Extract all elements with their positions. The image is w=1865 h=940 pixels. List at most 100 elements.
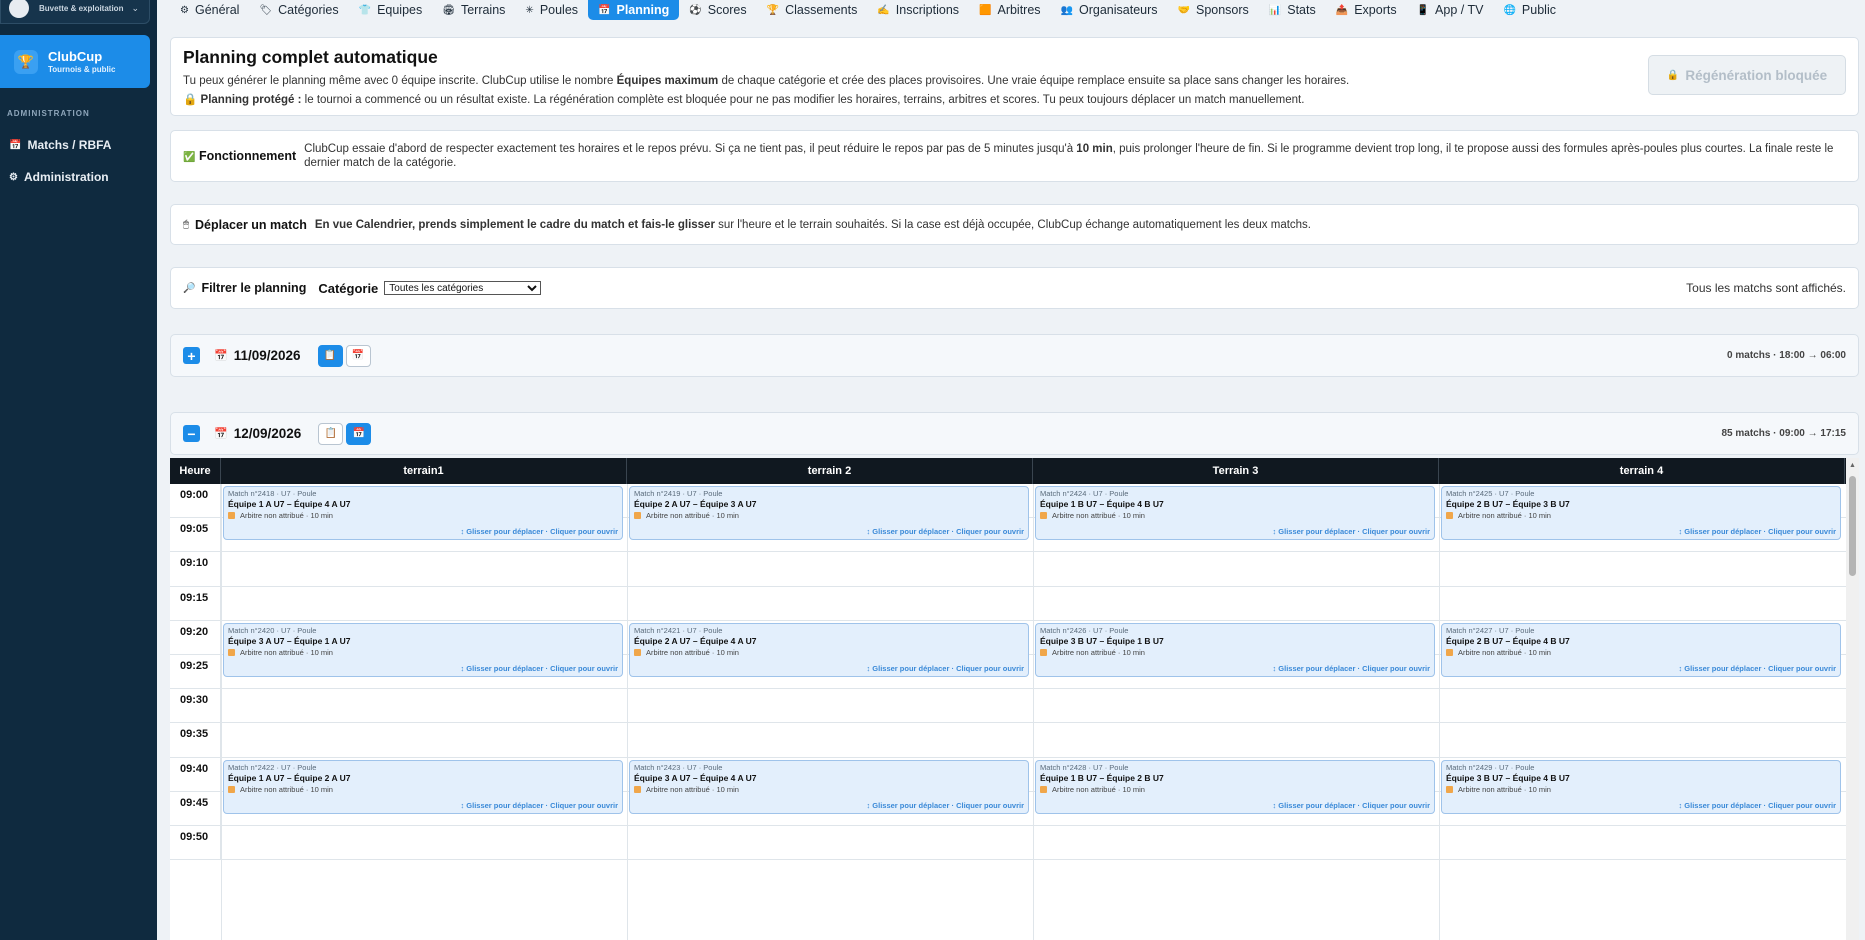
shirt-icon: 👕	[358, 4, 372, 16]
time-row: 09:15	[170, 586, 1846, 621]
match-referee: Arbitre non attribué · 10 min	[1040, 648, 1430, 657]
referee-card-icon	[228, 648, 235, 656]
drag-hint: ↕ Glisser pour déplacer · Cliquer pour o…	[460, 663, 618, 673]
tab-planning[interactable]: 📅 Planning	[588, 0, 680, 20]
list-view-button[interactable]: 📋	[318, 422, 344, 445]
match-card[interactable]: Match n°2426 · U7 · Poule Équipe 3 B U7 –…	[1035, 622, 1435, 677]
brand-card[interactable]: 🏆 ClubCup Tournois & public	[0, 35, 150, 88]
category-select[interactable]: Toutes les catégories	[384, 281, 542, 295]
referee-card-icon	[1446, 512, 1453, 519]
sidebar-item-label: Matchs / RBFA	[27, 138, 112, 152]
tab-label: Inscriptions	[895, 3, 960, 17]
gear-icon: ⚙	[180, 4, 189, 16]
match-card[interactable]: Match n°2418 · U7 · Poule Équipe 1 A U7 –…	[223, 486, 623, 540]
expand-button[interactable]: +	[183, 347, 200, 364]
calendar-view-button[interactable]: 📅	[345, 344, 371, 367]
tab-arbitres[interactable]: 🟧 Arbitres	[969, 0, 1051, 20]
cluster-icon: ✳	[525, 4, 534, 16]
referee-card-icon	[228, 785, 235, 793]
tab-scores[interactable]: ⚽ Scores	[679, 0, 756, 20]
scrollbar[interactable]: ▲	[1846, 458, 1859, 940]
match-referee: Arbitre non attribué · 10 min	[1446, 785, 1836, 794]
drag-hint: ↕ Glisser pour déplacer · Cliquer pour o…	[866, 527, 1024, 536]
match-card[interactable]: Match n°2419 · U7 · Poule Équipe 2 A U7 –…	[629, 486, 1029, 540]
phone-icon: 📱	[1416, 4, 1430, 16]
match-teams: Équipe 3 B U7 – Équipe 1 B U7	[1040, 635, 1164, 646]
time-label: 09:30	[170, 689, 221, 723]
page-title: Planning complet automatique	[183, 47, 438, 67]
terrain-header: Terrain 3	[1033, 458, 1439, 484]
column-divider	[1439, 484, 1440, 940]
grid-header: Heure terrain1 terrain 2 Terrain 3 terra…	[170, 458, 1846, 484]
terrain-header: terrain1	[221, 458, 627, 484]
match-card[interactable]: Match n°2422 · U7 · Poule Équipe 1 A U7 –…	[223, 759, 623, 814]
tab-equipes[interactable]: 👕 Equipes	[349, 0, 433, 20]
match-card[interactable]: Match n°2423 · U7 · Poule Équipe 3 A U7 –…	[629, 759, 1029, 814]
tab-sponsors[interactable]: 🤝 Sponsors	[1168, 0, 1259, 20]
move-match-panel: 🖱 Déplacer un match En vue Calendrier, p…	[170, 204, 1859, 245]
tab-app-tv[interactable]: 📱 App / TV	[1407, 0, 1494, 20]
time-label: 09:25	[170, 655, 221, 689]
referee-card-icon	[1040, 512, 1047, 519]
sidebar-item-administration[interactable]: ⚙ Administration	[9, 170, 109, 184]
tab-public[interactable]: 🌐 Public	[1493, 0, 1566, 20]
tab-organisateurs[interactable]: 👥 Organisateurs	[1051, 0, 1168, 20]
calendar-icon: 📅	[352, 428, 365, 439]
match-card[interactable]: Match n°2424 · U7 · Poule Équipe 1 B U7 –…	[1035, 486, 1435, 540]
column-divider	[627, 484, 628, 940]
export-icon: 📤	[1335, 4, 1349, 16]
tab-label: Public	[1521, 3, 1556, 17]
collapse-button[interactable]: −	[183, 425, 200, 442]
tab-label: App / TV	[1435, 3, 1484, 17]
match-referee: Arbitre non attribué · 10 min	[1446, 648, 1836, 657]
match-teams: Équipe 1 A U7 – Équipe 4 A U7	[228, 499, 351, 509]
day-info: 0 matchs · 18:00 → 06:00	[1727, 350, 1846, 361]
referee-card-icon	[1040, 785, 1047, 793]
regenerate-button[interactable]: 🔒 Régénération bloquée	[1648, 55, 1846, 95]
tab-g-n-ral[interactable]: ⚙ Général	[170, 0, 249, 20]
match-card[interactable]: Match n°2429 · U7 · Poule Équipe 3 B U7 –…	[1441, 759, 1841, 814]
time-label: 09:35	[170, 723, 221, 757]
tab-cat-gories[interactable]: 🏷 Catégories	[249, 0, 348, 20]
planning-intro: Tu peux générer le planning même avec 0 …	[183, 75, 1350, 87]
day-date: 12/09/2026	[233, 426, 302, 441]
terrain-header: terrain 2	[627, 458, 1033, 484]
chart-icon: 📊	[1268, 4, 1282, 16]
referee-card-icon	[1040, 648, 1047, 656]
brand-subtitle: Tournois & public	[48, 65, 116, 74]
move-match-text: En vue Calendrier, prends simplement le …	[314, 218, 1312, 231]
tab-classements[interactable]: 🏆 Classements	[757, 0, 868, 20]
drag-hint: ↕ Glisser pour déplacer · Cliquer pour o…	[1678, 663, 1836, 673]
tab-stats[interactable]: 📊 Stats	[1259, 0, 1326, 20]
tab-inscriptions[interactable]: ✍ Inscriptions	[867, 0, 969, 20]
tab-terrains[interactable]: 🏟 Terrains	[432, 0, 515, 20]
match-meta: Match n°2422 · U7 · Poule	[228, 762, 317, 772]
scrollbar-thumb[interactable]	[1849, 476, 1856, 576]
time-row: 09:10	[170, 552, 1846, 587]
match-referee: Arbitre non attribué · 10 min	[228, 785, 618, 794]
filter-label: Filtrer le planning	[201, 281, 307, 295]
tab-label: Sponsors	[1195, 3, 1249, 17]
tab-exports[interactable]: 📤 Exports	[1326, 0, 1407, 20]
club-switcher[interactable]: Buvette & exploitation ⌄	[0, 0, 150, 24]
match-card[interactable]: Match n°2428 · U7 · Poule Équipe 1 B U7 –…	[1035, 759, 1435, 814]
tab-poules[interactable]: ✳ Poules	[515, 0, 588, 20]
trophy-icon: 🏆	[14, 49, 38, 74]
calendar-view-button[interactable]: 📅	[346, 422, 372, 445]
sidebar-item-matchs-rbfa[interactable]: 📅 Matchs / RBFA	[9, 138, 111, 152]
referee-card-icon	[634, 512, 641, 519]
match-card[interactable]: Match n°2425 · U7 · Poule Équipe 2 B U7 –…	[1441, 486, 1841, 540]
match-card[interactable]: Match n°2420 · U7 · Poule Équipe 3 A U7 –…	[223, 622, 623, 677]
tab-label: Stats	[1287, 3, 1316, 17]
match-meta: Match n°2418 · U7 · Poule	[228, 489, 317, 498]
referee-card-icon	[634, 785, 641, 793]
match-meta: Match n°2427 · U7 · Poule	[1446, 625, 1535, 635]
day-info: 85 matchs · 09:00 → 17:15	[1721, 428, 1846, 439]
match-meta: Match n°2421 · U7 · Poule	[634, 625, 723, 635]
match-referee: Arbitre non attribué · 10 min	[228, 648, 618, 657]
match-card[interactable]: Match n°2427 · U7 · Poule Équipe 2 B U7 –…	[1441, 622, 1841, 677]
match-referee: Arbitre non attribué · 10 min	[1040, 511, 1430, 520]
match-card[interactable]: Match n°2421 · U7 · Poule Équipe 2 A U7 –…	[629, 622, 1029, 677]
planning-general-panel: Planning complet automatique Tu peux gén…	[170, 37, 1859, 116]
list-view-button[interactable]: 📋	[317, 344, 343, 367]
